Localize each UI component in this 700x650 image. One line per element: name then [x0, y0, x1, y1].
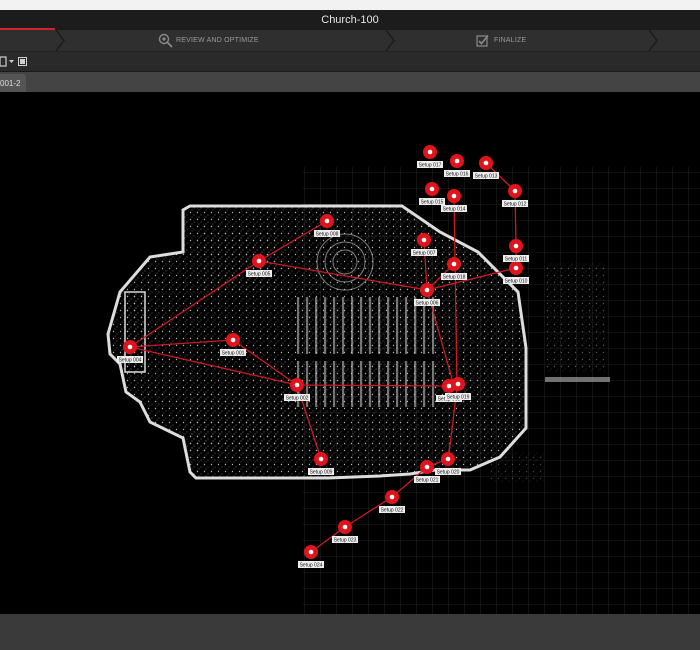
- chevron-right-icon: [55, 30, 65, 51]
- setup-label: Setup 018: [443, 275, 466, 281]
- point-cloud-map[interactable]: Setup 001 Setup 002 Setup 004 Setup 005 …: [0, 92, 700, 614]
- scan-viewport[interactable]: Setup 001 Setup 002 Setup 004 Setup 005 …: [0, 92, 700, 614]
- setup-label: Setup 012: [504, 202, 527, 208]
- dropdown-arrow-icon[interactable]: [9, 56, 14, 67]
- step-label: FINALIZE: [494, 37, 527, 44]
- toolbar: [0, 52, 700, 72]
- setup-label: Setup 010: [505, 279, 528, 285]
- setup-label: Setup 016: [446, 172, 469, 178]
- setup-label: Setup 009: [310, 470, 333, 476]
- setup-label: Setup 007: [413, 251, 436, 257]
- setup-marker-016[interactable]: Setup 016: [444, 154, 470, 178]
- church-floor-plan: [106, 204, 528, 480]
- setup-label: Setup 023: [334, 538, 357, 544]
- bottom-bar: [0, 614, 700, 650]
- setup-label: Setup 001: [222, 351, 245, 357]
- setup-label: Setup 015: [421, 200, 444, 206]
- tab-project[interactable]: 001-2: [0, 74, 27, 92]
- setup-label: Setup 019: [447, 395, 470, 401]
- workflow-step-bar: REVIEW AND OPTIMIZE FINALIZE: [0, 30, 700, 52]
- setup-label: Setup 002: [286, 396, 309, 402]
- setup-label: Setup 006: [416, 301, 439, 307]
- setup-label: Setup 014: [443, 207, 466, 213]
- tab-row: 001-2: [0, 72, 700, 92]
- tab-label: 001-2: [0, 78, 21, 88]
- title-bar: Church-100: [0, 10, 700, 30]
- setup-label: Setup 008: [316, 232, 339, 238]
- top-band: [0, 0, 700, 10]
- finalize-icon: [476, 34, 489, 47]
- setup-label: Setup 022: [381, 508, 404, 514]
- setup-marker-017[interactable]: Setup 017: [417, 145, 443, 169]
- setup-label: Setup 024: [300, 563, 323, 569]
- review-optimize-icon: [158, 33, 173, 48]
- setup-label: Setup 004: [119, 358, 142, 364]
- setup-label: Setup 017: [419, 163, 442, 169]
- view-icon[interactable]: [0, 56, 9, 67]
- chevron-right-icon: [385, 30, 395, 51]
- image-icon[interactable]: [18, 56, 27, 67]
- setup-label: Setup 011: [505, 257, 528, 263]
- setup-label: Setup 020: [437, 470, 460, 476]
- step-finalize[interactable]: FINALIZE: [476, 30, 526, 51]
- window-title: Church-100: [321, 14, 379, 26]
- step-label: REVIEW AND OPTIMIZE: [176, 37, 259, 44]
- setup-label: Setup 005: [248, 272, 271, 278]
- chevron-right-icon: [648, 30, 658, 51]
- step-review-and-optimize[interactable]: REVIEW AND OPTIMIZE: [158, 30, 259, 51]
- setup-label: Setup 021: [416, 478, 439, 484]
- setup-label: Setup 013: [475, 174, 498, 180]
